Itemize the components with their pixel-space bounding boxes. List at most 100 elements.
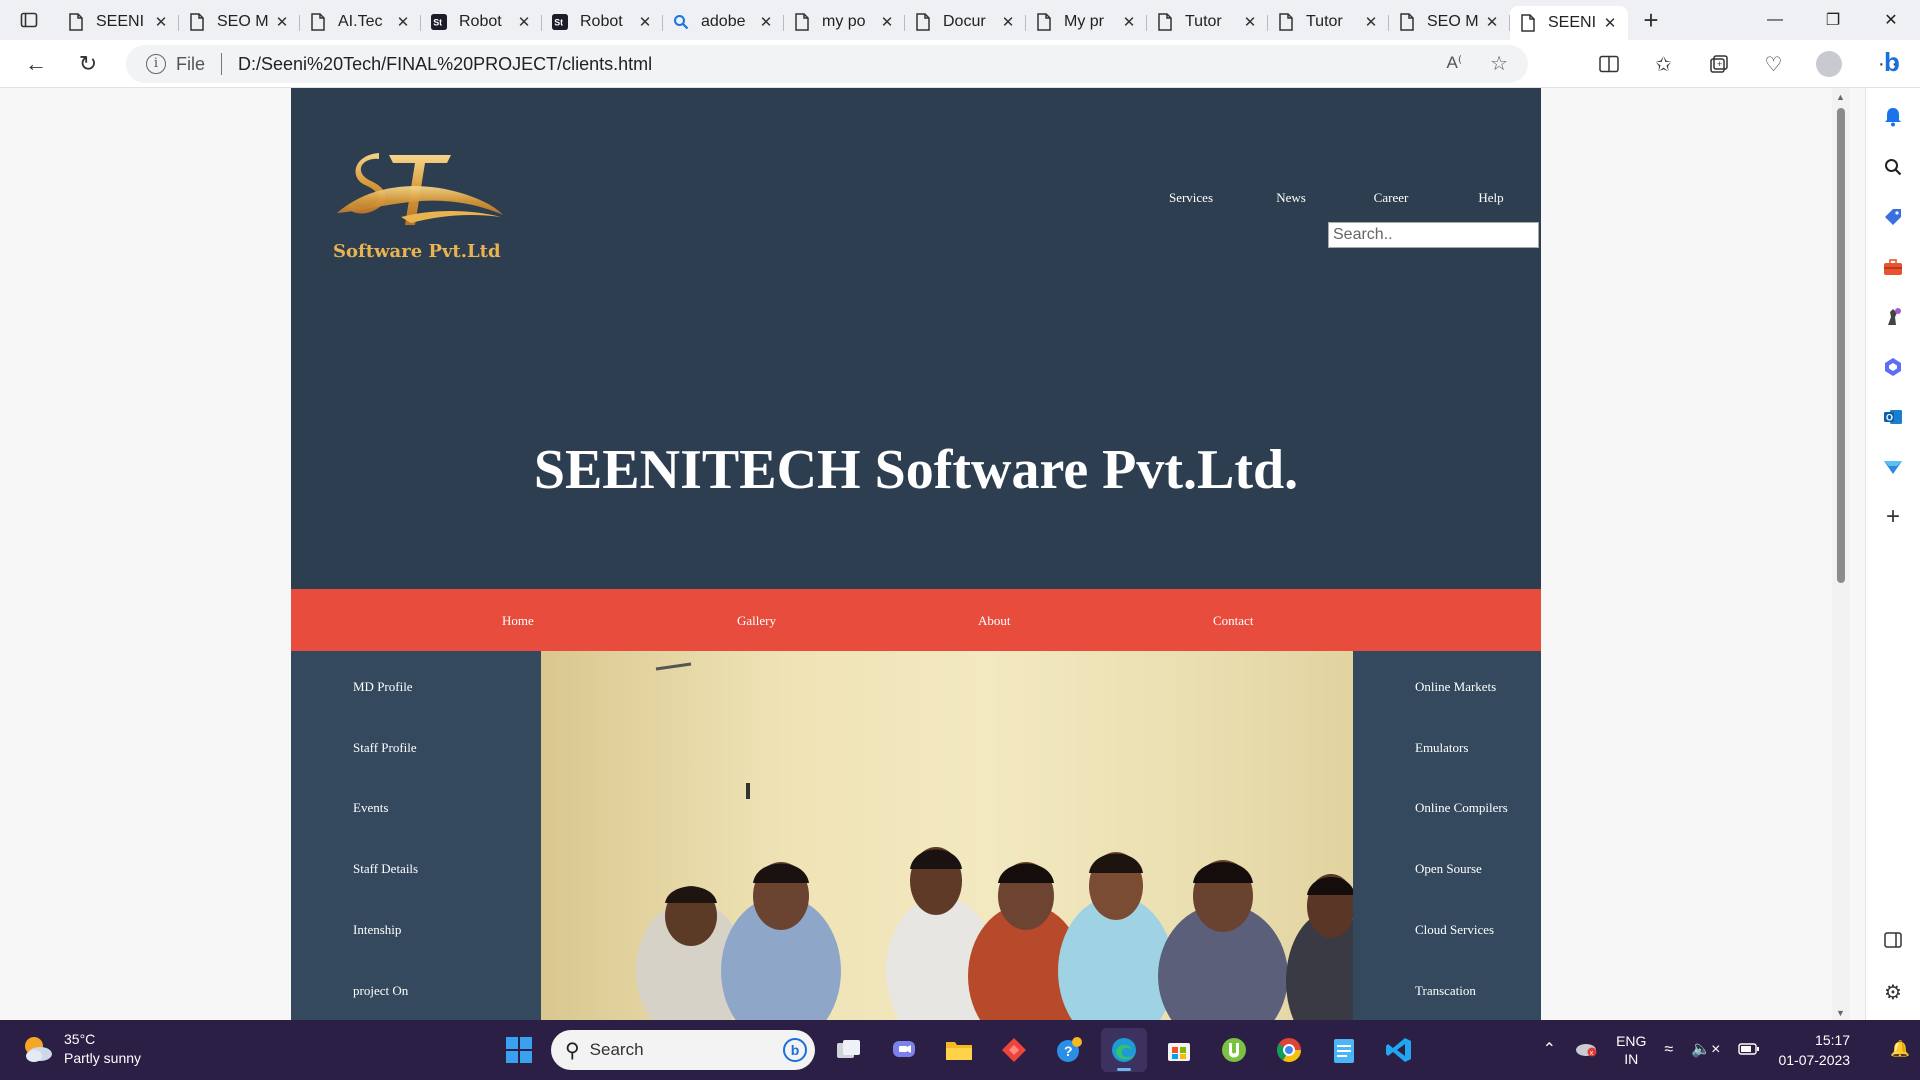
browser-tab[interactable]: St Robot ✕ (542, 6, 663, 38)
right-link-transaction[interactable]: Transcation (1415, 983, 1476, 999)
nav-contact[interactable]: Contact (1213, 613, 1253, 629)
notifications-bell-icon[interactable] (1880, 104, 1906, 130)
scroll-down-arrow-icon[interactable]: ▼ (1836, 1008, 1845, 1018)
info-icon[interactable]: i (146, 54, 166, 74)
volume-muted-icon[interactable]: 🔈× (1691, 1041, 1720, 1059)
browser-tab[interactable]: SEO M ✕ (1389, 6, 1510, 38)
scroll-thumb[interactable] (1837, 108, 1845, 583)
close-tab-icon[interactable]: ✕ (879, 13, 895, 31)
file-explorer-icon[interactable] (936, 1028, 982, 1072)
close-tab-icon[interactable]: ✕ (1000, 13, 1016, 31)
split-screen-icon[interactable] (1581, 44, 1636, 84)
read-aloud-icon[interactable]: A⁽ (1446, 53, 1462, 73)
nav-about[interactable]: About (978, 613, 1011, 629)
site-search-input[interactable] (1328, 222, 1539, 248)
chrome-icon[interactable] (1266, 1028, 1312, 1072)
right-link-online-compilers[interactable]: Online Compilers (1415, 800, 1508, 816)
right-link-emulators[interactable]: Emulators (1415, 740, 1468, 756)
browser-tab[interactable]: Docur ✕ (905, 6, 1026, 38)
right-link-open-source[interactable]: Open Sourse (1415, 861, 1482, 877)
browser-tab[interactable]: SEENI ✕ (58, 6, 179, 38)
browser-tab[interactable]: Tutor ✕ (1147, 6, 1268, 38)
games-chess-icon[interactable] (1880, 304, 1906, 330)
notepad-icon[interactable] (1321, 1028, 1367, 1072)
microsoft-store-icon[interactable] (1156, 1028, 1202, 1072)
left-link-staff-profile[interactable]: Staff Profile (353, 740, 417, 756)
browser-tab[interactable]: my po ✕ (784, 6, 905, 38)
browser-tab[interactable]: adobe ✕ (663, 6, 784, 38)
top-menu-news[interactable]: News (1241, 190, 1341, 206)
battery-icon[interactable] (1738, 1041, 1760, 1059)
language-indicator[interactable]: ENG IN (1616, 1032, 1646, 1068)
tab-actions-button[interactable] (0, 0, 58, 40)
weather-widget[interactable]: 35°C Partly sunny (20, 1030, 141, 1068)
left-link-staff-details[interactable]: Staff Details (353, 861, 418, 877)
left-link-events[interactable]: Events (353, 800, 388, 816)
top-menu-help[interactable]: Help (1441, 190, 1541, 206)
task-view-icon[interactable] (826, 1028, 872, 1072)
nav-gallery[interactable]: Gallery (737, 613, 776, 629)
browser-tab[interactable]: SEO M ✕ (179, 6, 300, 38)
browser-tab[interactable]: AI.Tec ✕ (300, 6, 421, 38)
get-help-icon[interactable]: ? (1046, 1028, 1092, 1072)
outlook-icon[interactable]: O (1880, 404, 1906, 430)
minimize-button[interactable]: — (1746, 0, 1804, 40)
maximize-button[interactable]: ❐ (1804, 0, 1862, 40)
close-tab-icon[interactable]: ✕ (516, 13, 532, 31)
start-button[interactable] (496, 1028, 542, 1072)
drop-send-icon[interactable] (1880, 454, 1906, 480)
right-link-cloud-services[interactable]: Cloud Services (1415, 922, 1494, 938)
taskbar-search-box[interactable]: ⚲ Search b (551, 1030, 815, 1070)
shopping-tag-icon[interactable] (1880, 204, 1906, 230)
microsoft-365-icon[interactable] (1880, 354, 1906, 380)
bing-chat-icon[interactable]: b (1872, 42, 1912, 82)
teams-chat-icon[interactable] (881, 1028, 927, 1072)
notification-center-icon[interactable]: 🔔 (1890, 1041, 1910, 1059)
close-tab-icon[interactable]: ✕ (1484, 13, 1500, 31)
close-tab-icon[interactable]: ✕ (153, 13, 169, 31)
favorite-star-icon[interactable]: ☆ (1490, 51, 1508, 76)
profile-avatar[interactable] (1801, 44, 1856, 84)
right-link-online-markets[interactable]: Online Markets (1415, 679, 1496, 695)
favorites-icon[interactable]: ✩ (1636, 44, 1691, 84)
url-text[interactable]: D:/Seeni%20Tech/FINAL%20PROJECT/clients.… (238, 54, 652, 75)
tools-briefcase-icon[interactable] (1880, 254, 1906, 280)
address-bar[interactable]: i File D:/Seeni%20Tech/FINAL%20PROJECT/c… (126, 45, 1528, 83)
close-tab-icon[interactable]: ✕ (1363, 13, 1379, 31)
collections-icon[interactable]: + (1691, 44, 1746, 84)
browser-tab[interactable]: St Robot ✕ (421, 6, 542, 38)
browser-tab[interactable]: My pr ✕ (1026, 6, 1147, 38)
browser-tab[interactable]: SEENI ✕ (1510, 6, 1628, 40)
new-tab-button[interactable]: + (1628, 0, 1674, 40)
wifi-icon[interactable]: ≈ (1664, 1041, 1673, 1059)
hide-sidebar-icon[interactable] (1880, 927, 1906, 953)
search-sidebar-icon[interactable] (1880, 154, 1906, 180)
close-tab-icon[interactable]: ✕ (637, 13, 653, 31)
reload-button[interactable]: ↻ (62, 44, 114, 84)
left-link-project-on[interactable]: project On (353, 983, 408, 999)
left-link-internship[interactable]: Intenship (353, 922, 401, 938)
close-tab-icon[interactable]: ✕ (395, 13, 411, 31)
add-sidebar-app-icon[interactable]: + (1880, 503, 1906, 530)
back-button[interactable]: ← (10, 44, 62, 84)
nav-home[interactable]: Home (502, 613, 534, 629)
close-tab-icon[interactable]: ✕ (1602, 14, 1618, 32)
page-scrollbar[interactable]: ▲ ▼ (1832, 88, 1850, 1020)
onedrive-icon[interactable]: x (1574, 1039, 1598, 1061)
anydesk-icon[interactable] (991, 1028, 1037, 1072)
browser-tab[interactable]: Tutor ✕ (1268, 6, 1389, 38)
close-tab-icon[interactable]: ✕ (1242, 13, 1258, 31)
browser-essentials-icon[interactable]: ♡ (1746, 44, 1801, 84)
show-hidden-icons-chevron[interactable]: ⌃ (1543, 1041, 1556, 1059)
vscode-icon[interactable] (1376, 1028, 1422, 1072)
scroll-up-arrow-icon[interactable]: ▲ (1836, 92, 1845, 102)
left-link-md-profile[interactable]: MD Profile (353, 679, 413, 695)
utorrent-icon[interactable] (1211, 1028, 1257, 1072)
top-menu-career[interactable]: Career (1341, 190, 1441, 206)
clock[interactable]: 15:17 01-07-2023 (1778, 1030, 1850, 1070)
top-menu-services[interactable]: Services (1141, 190, 1241, 206)
close-window-button[interactable]: ✕ (1862, 0, 1920, 40)
edge-browser-icon[interactable] (1101, 1028, 1147, 1072)
close-tab-icon[interactable]: ✕ (758, 13, 774, 31)
close-tab-icon[interactable]: ✕ (274, 13, 290, 31)
